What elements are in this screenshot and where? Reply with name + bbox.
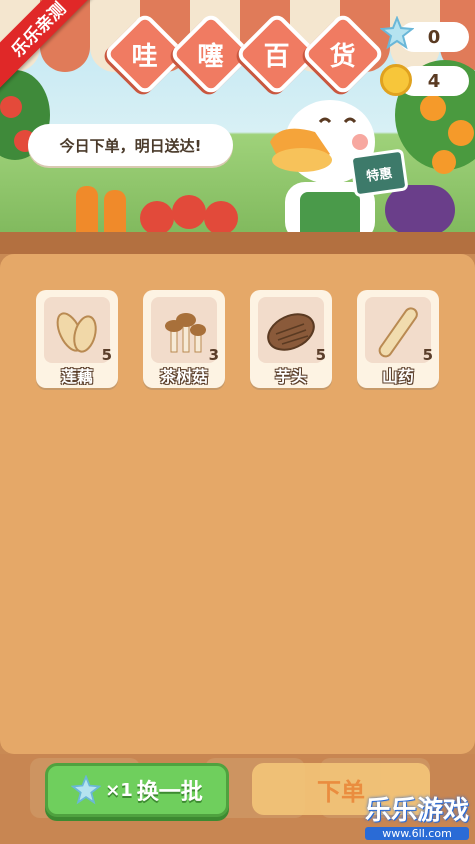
item-card-yam[interactable]: 5 山药 <box>357 290 439 388</box>
order-label: 下单 <box>317 777 365 806</box>
speech-bubble: 今日下单，明日送达! <box>28 124 233 166</box>
refresh-button[interactable]: ×1 换一批 <box>45 763 229 817</box>
item-name: 芋头 <box>274 367 307 386</box>
coin-icon <box>380 64 412 96</box>
item-card-taro[interactable]: 5 芋头 <box>250 290 332 388</box>
title-char: 百 <box>263 41 291 72</box>
star-count: 0 <box>427 26 441 48</box>
title-char: 噻 <box>197 41 225 72</box>
item-name: 莲藕 <box>60 367 93 386</box>
item-card-lotus-root[interactable]: 5 莲藕 <box>36 290 118 388</box>
watermark-brand: 乐乐游戏 <box>364 796 469 826</box>
store-title: 哇 噻 百 货 <box>102 11 386 97</box>
watermark-url: www.6ll.com <box>364 827 469 840</box>
item-count: 3 <box>208 346 219 364</box>
coin-count: 4 <box>427 70 441 92</box>
item-name: 山药 <box>381 367 414 386</box>
carrots <box>70 180 140 240</box>
item-count: 5 <box>101 346 112 364</box>
item-count: 5 <box>422 346 433 364</box>
item-name: 茶树菇 <box>159 367 208 386</box>
title-char: 哇 <box>131 41 159 72</box>
mushroom-icon <box>165 313 206 353</box>
rainbow-star-icon <box>71 775 102 805</box>
taro-icon <box>267 313 315 351</box>
item-count: 5 <box>315 346 326 364</box>
lotus-root-icon <box>56 312 97 353</box>
title-char: 货 <box>329 41 357 72</box>
yam-icon <box>378 307 418 358</box>
refresh-cost: ×1 <box>105 779 133 801</box>
rainbow-star-icon <box>379 15 415 54</box>
item-card-tea-tree-mushroom[interactable]: 3 茶树菇 <box>143 290 225 388</box>
counter-edge <box>0 232 475 254</box>
watermark: 乐乐游戏 www.6ll.com <box>364 790 469 840</box>
item-list: 5 莲藕 3 茶树菇 5 芋头 5 山药 <box>36 290 439 388</box>
refresh-label: 换一批 <box>136 780 203 805</box>
shop-sign: 特惠 <box>349 148 409 198</box>
store-scene: 哇 噻 百 货 今日下单，明日送达! 特惠 0 4 乐乐亲测 <box>0 0 475 240</box>
